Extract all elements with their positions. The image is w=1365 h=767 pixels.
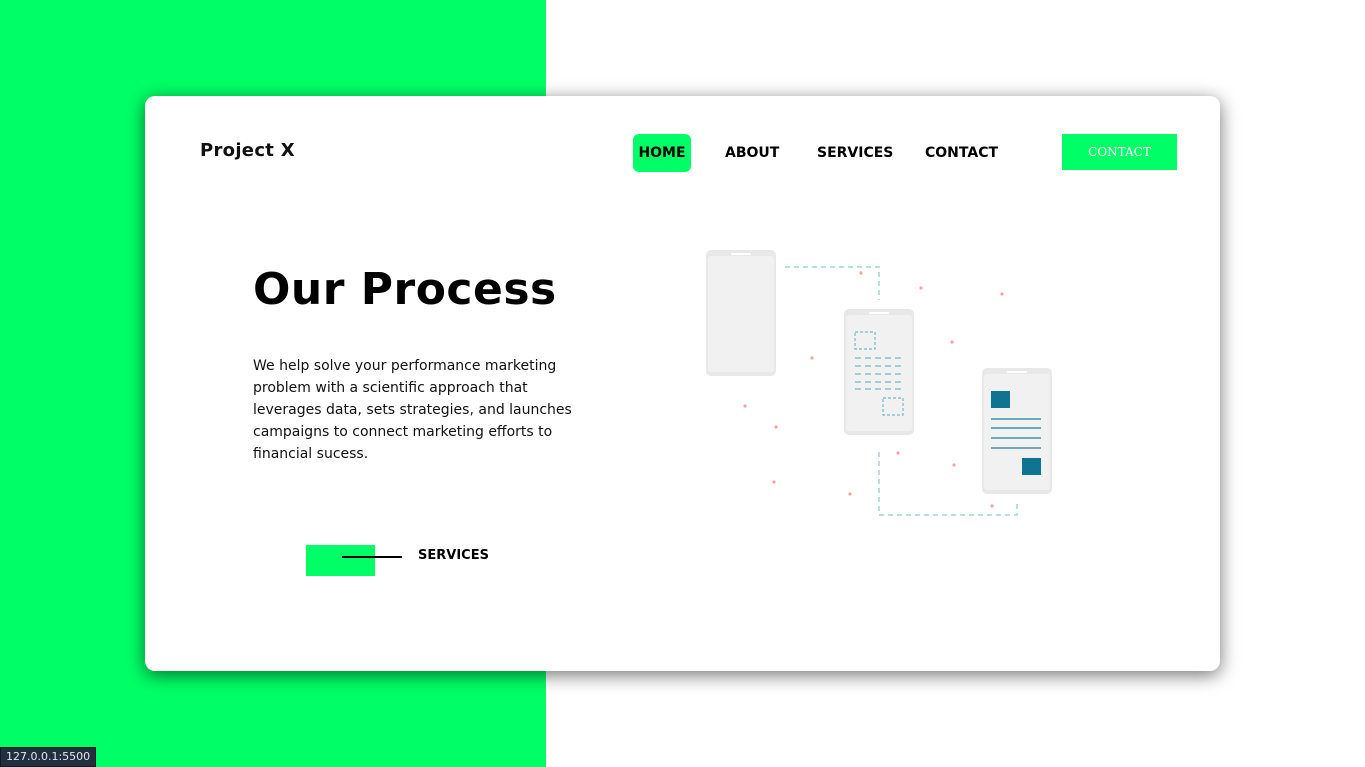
phones-process-illustration (706, 250, 1052, 516)
phone-right (982, 368, 1052, 494)
hero-title: Our Process (253, 264, 557, 315)
status-bar-url: 127.0.0.1:5500 (0, 747, 97, 767)
services-cta-block[interactable] (306, 545, 375, 576)
nav-contact[interactable]: CONTACT (925, 134, 998, 172)
nav-services[interactable]: SERVICES (817, 134, 893, 172)
nav-about[interactable]: ABOUT (725, 134, 779, 172)
brand-logo[interactable]: Project X (200, 140, 295, 161)
services-cta-label[interactable]: SERVICES (418, 548, 489, 563)
landing-card: Project X HOME ABOUT SERVICES CONTACT CO… (145, 96, 1220, 671)
hero-description: We help solve your performance marketing… (253, 358, 572, 462)
phone-middle (844, 309, 914, 435)
services-cta-line (342, 556, 402, 558)
nav-home[interactable]: HOME (633, 134, 691, 172)
phone-left (706, 250, 776, 376)
contact-button[interactable]: CONTACT (1062, 134, 1177, 170)
